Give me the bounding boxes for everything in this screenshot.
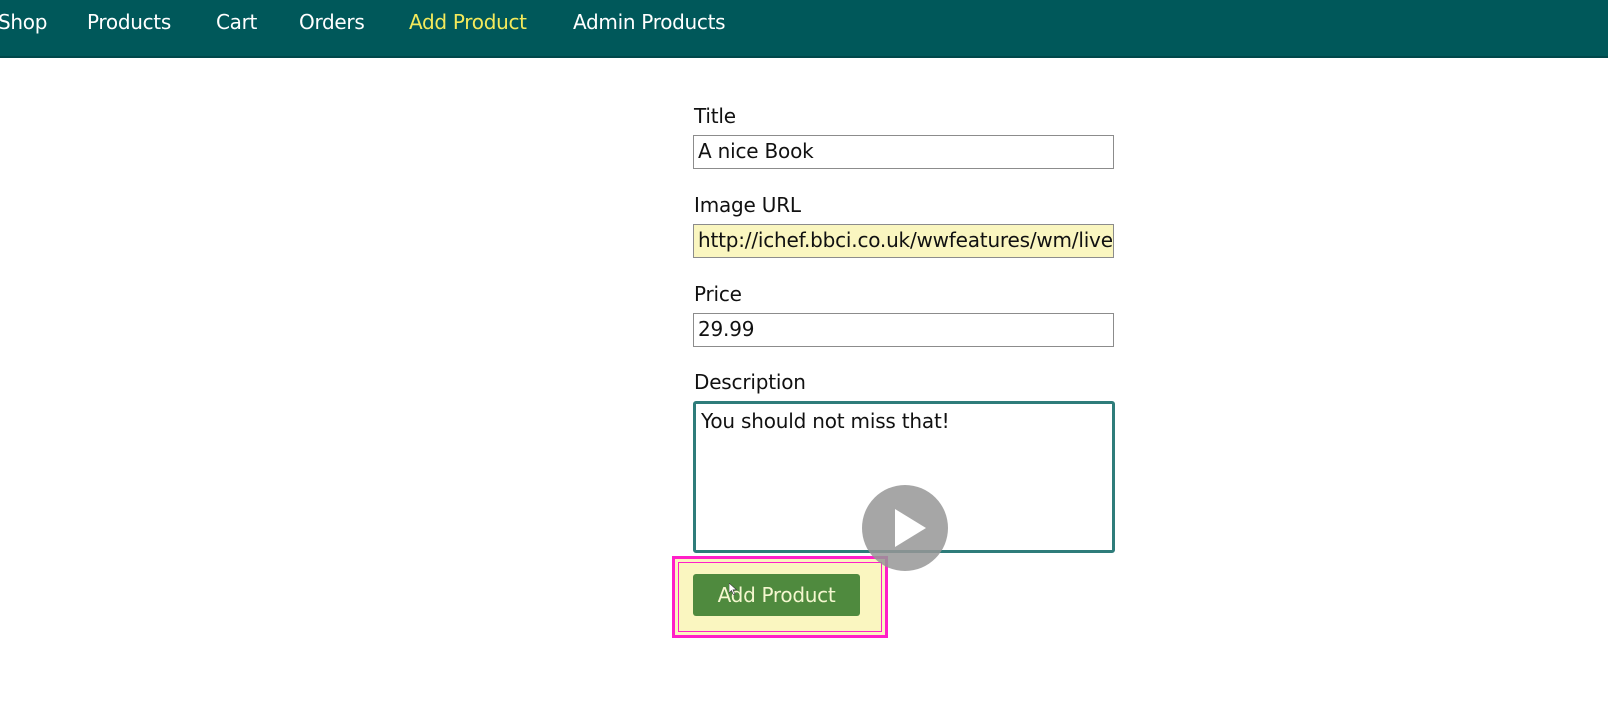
title-label: Title <box>694 104 736 128</box>
nav-link-shop[interactable]: Shop <box>0 10 47 34</box>
mouse-cursor-icon <box>729 583 737 595</box>
image-url-label: Image URL <box>694 193 801 217</box>
nav-link-add-product[interactable]: Add Product <box>409 10 527 34</box>
nav-link-admin-products[interactable]: Admin Products <box>573 10 726 34</box>
description-label: Description <box>694 370 806 394</box>
add-product-button[interactable]: Add Product <box>693 574 860 616</box>
nav-link-products[interactable]: Products <box>87 10 171 34</box>
title-input[interactable]: A nice Book <box>693 135 1114 169</box>
play-icon <box>895 509 926 547</box>
top-navigation: Shop Products Cart Orders Add Product Ad… <box>0 0 1608 58</box>
price-label: Price <box>694 282 742 306</box>
nav-link-orders[interactable]: Orders <box>299 10 365 34</box>
price-input[interactable]: 29.99 <box>693 313 1114 347</box>
nav-link-cart[interactable]: Cart <box>216 10 257 34</box>
video-play-button[interactable] <box>862 485 948 571</box>
image-url-input[interactable]: http://ichef.bbci.co.uk/wwfeatures/wm/li… <box>693 224 1114 258</box>
